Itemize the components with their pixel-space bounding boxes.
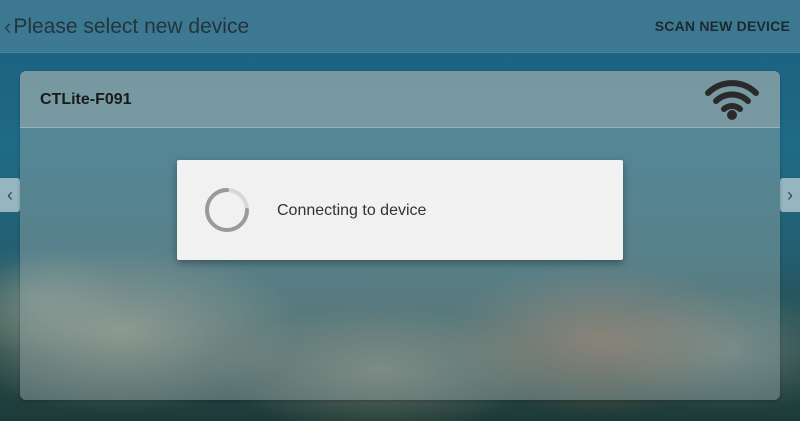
connecting-dialog: Connecting to device <box>177 160 623 260</box>
previous-arrow-button[interactable]: ‹ <box>0 178 20 212</box>
chevron-right-icon: › <box>787 184 793 205</box>
page-title: Please select new device <box>13 15 250 38</box>
chevron-left-icon: ‹ <box>7 184 13 205</box>
dialog-message: Connecting to device <box>277 202 427 219</box>
top-bar: ‹ Please select new device SCAN NEW DEVI… <box>0 0 800 53</box>
loading-spinner-icon <box>205 188 249 232</box>
next-arrow-button[interactable]: › <box>780 178 800 212</box>
scan-new-device-button[interactable]: SCAN NEW DEVICE <box>655 18 790 34</box>
back-button[interactable]: ‹ Please select new device <box>4 12 249 42</box>
chevron-left-icon: ‹ <box>4 14 12 39</box>
device-card-header[interactable]: CTLite-F091 <box>20 71 780 128</box>
wifi-icon <box>705 80 759 120</box>
device-name: CTLite-F091 <box>40 91 132 108</box>
